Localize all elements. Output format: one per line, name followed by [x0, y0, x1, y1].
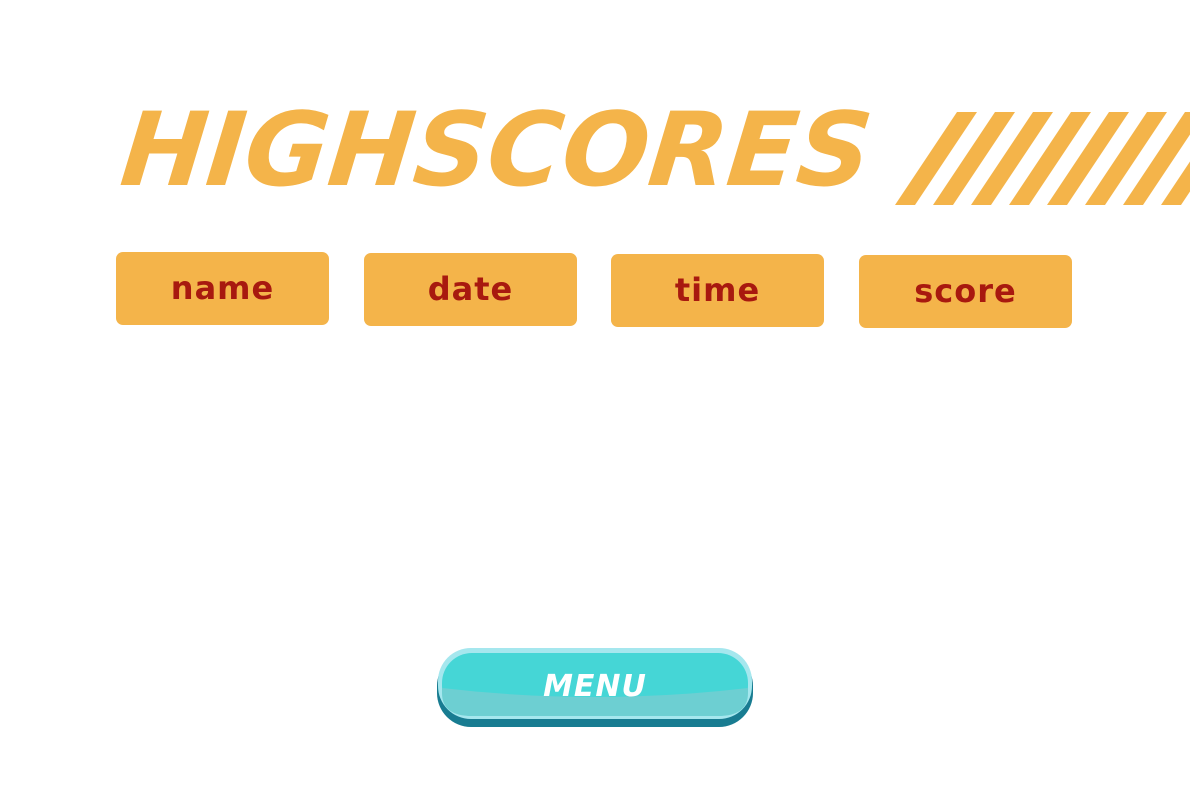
column-time-button[interactable]: time — [611, 254, 824, 327]
column-time-label: time — [674, 270, 761, 309]
column-name-label: name — [170, 268, 275, 307]
column-score-button[interactable]: score — [859, 255, 1072, 328]
decorative-stripes — [895, 112, 1190, 205]
highscores-title: HIGHSCORES — [115, 91, 878, 210]
column-name-button[interactable]: name — [116, 252, 329, 325]
menu-button[interactable]: MENU — [437, 648, 753, 727]
column-date-label: date — [427, 269, 514, 308]
menu-button-label: MENU — [543, 668, 647, 704]
column-date-button[interactable]: date — [364, 253, 577, 326]
column-score-label: score — [914, 271, 1017, 310]
